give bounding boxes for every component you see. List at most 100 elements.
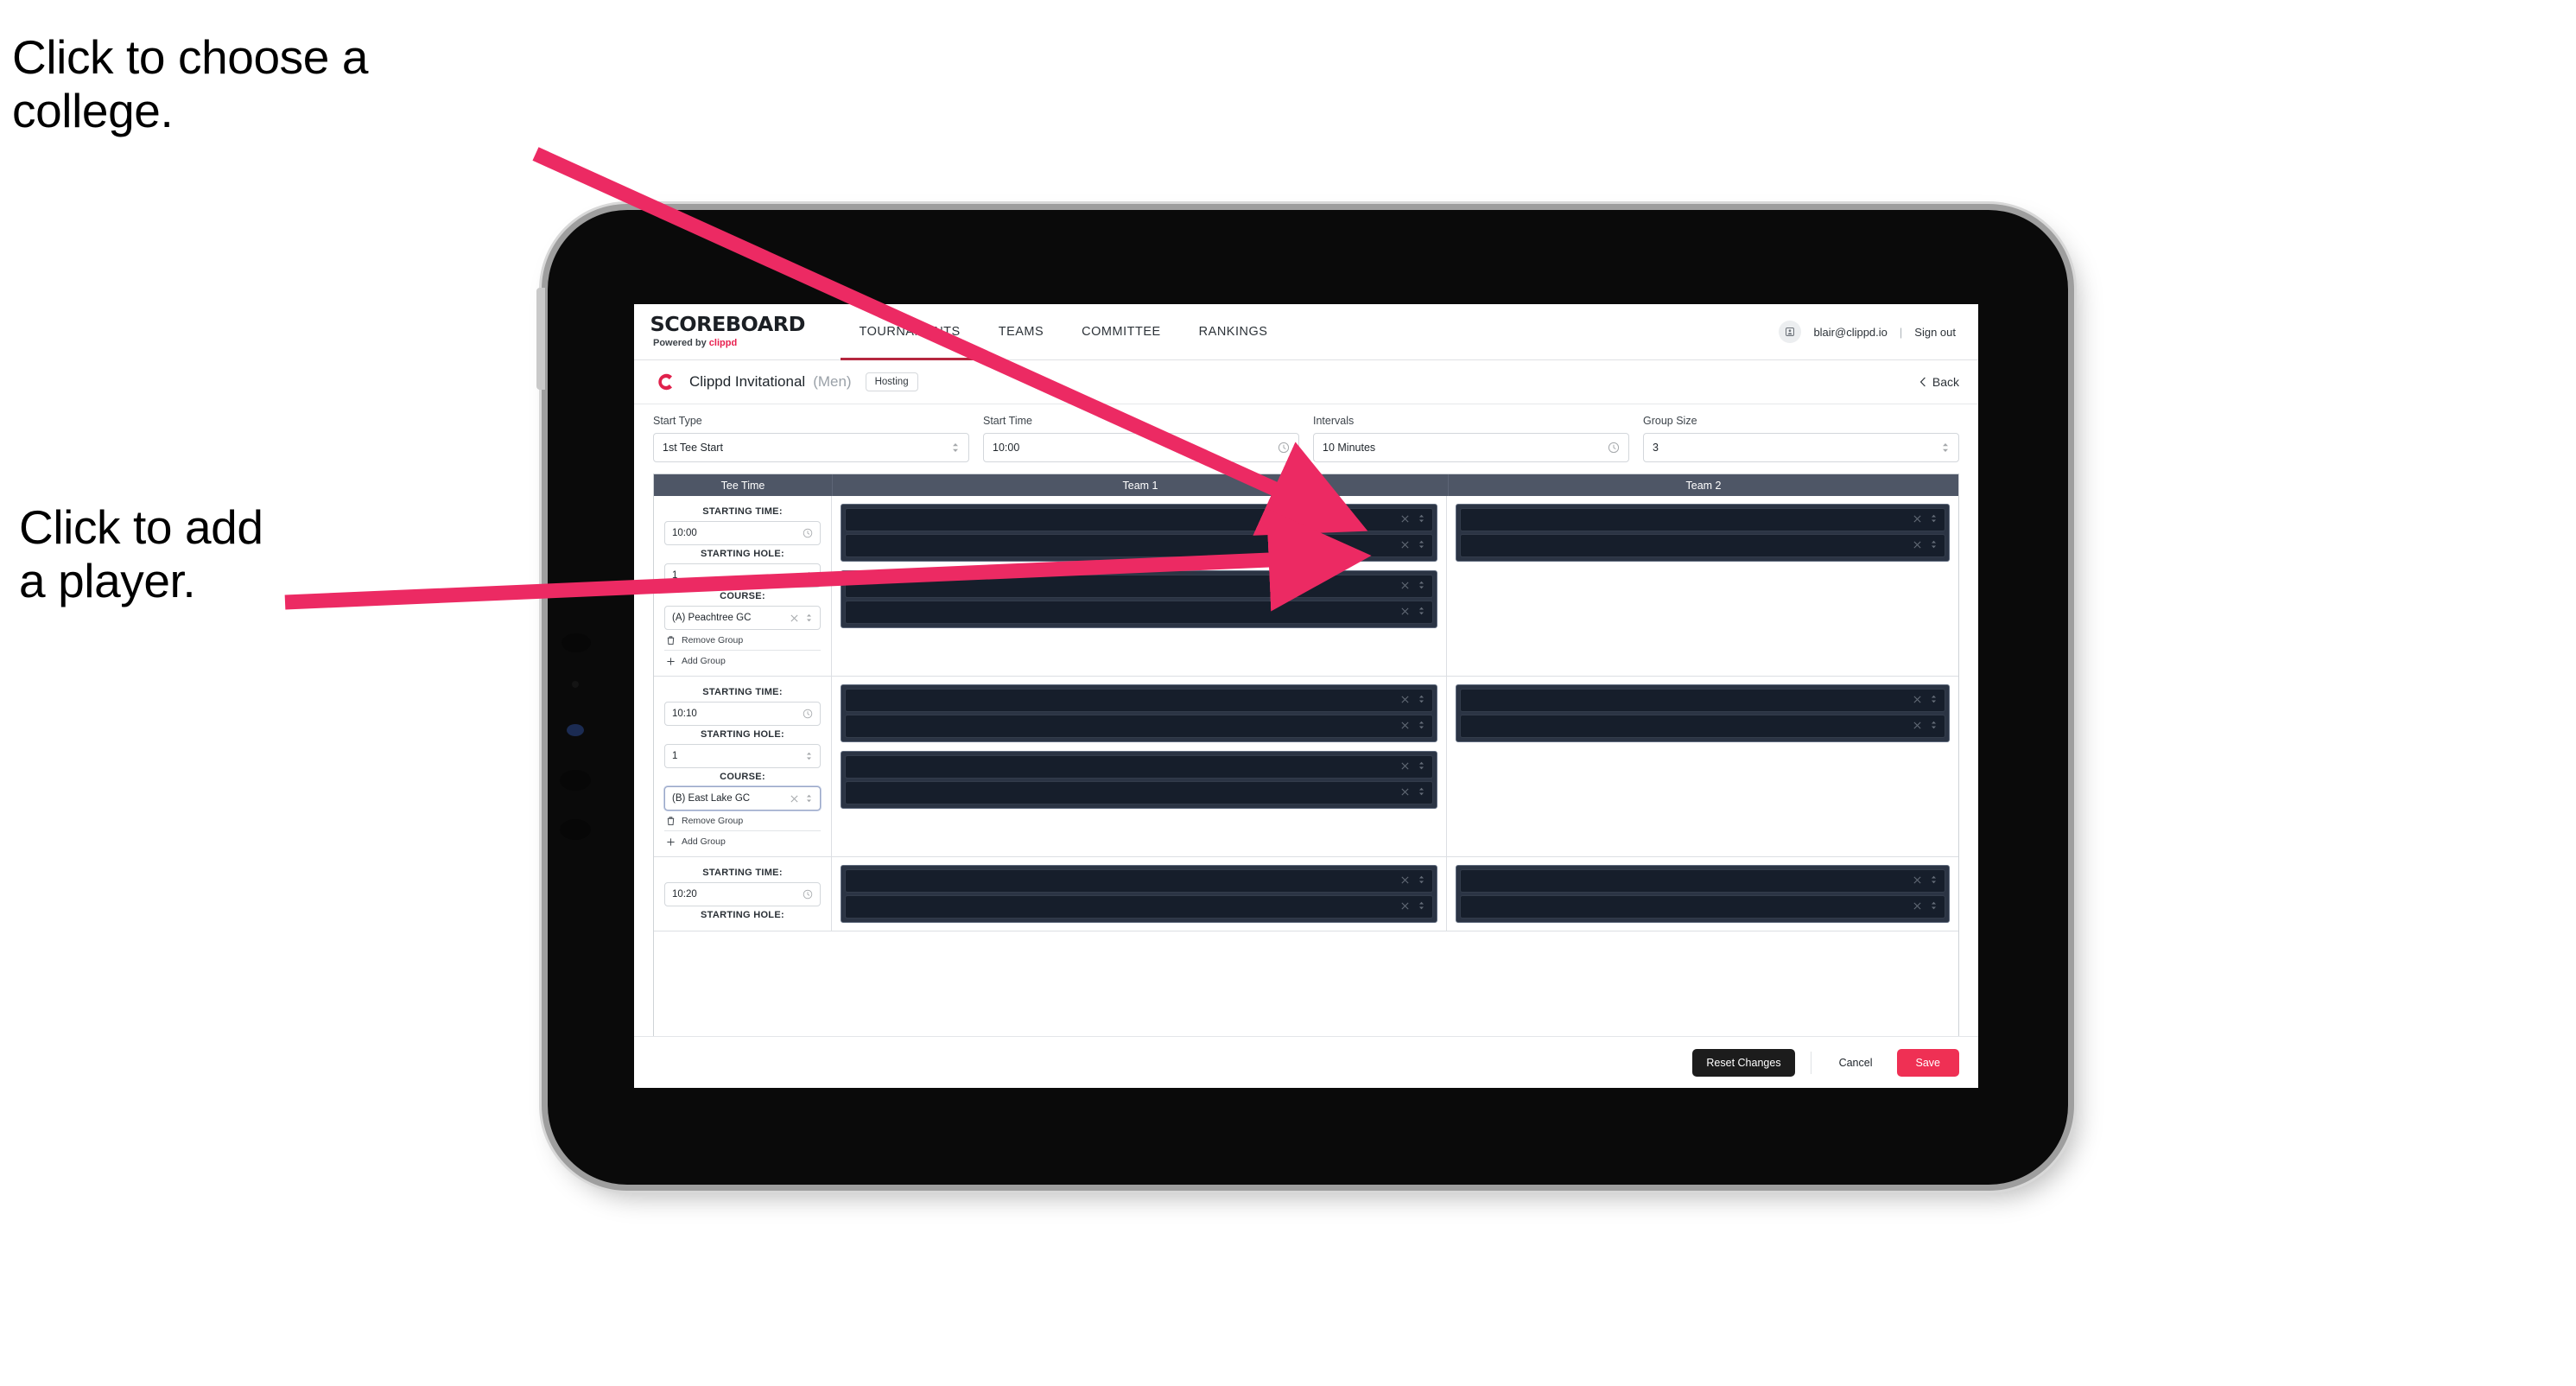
avatar[interactable] bbox=[1779, 321, 1802, 343]
stepper-icon[interactable] bbox=[1418, 760, 1425, 775]
clear-icon[interactable] bbox=[1400, 579, 1410, 594]
player-slot[interactable] bbox=[845, 869, 1433, 893]
stepper-icon[interactable] bbox=[1418, 605, 1425, 620]
column-header-tee-time: Tee Time bbox=[654, 474, 833, 496]
starting-time-input[interactable]: 10:10 bbox=[664, 702, 821, 726]
nav-tab-committee[interactable]: COMMITTEE bbox=[1063, 304, 1180, 359]
course-select[interactable]: (B) East Lake GC bbox=[664, 786, 821, 811]
stepper-icon[interactable] bbox=[951, 442, 960, 454]
clear-icon[interactable] bbox=[1400, 719, 1410, 734]
starting-hole-input[interactable]: 1 bbox=[664, 744, 821, 768]
player-group bbox=[841, 504, 1437, 562]
remove-group-link[interactable]: Remove Group bbox=[664, 630, 821, 651]
player-slot[interactable] bbox=[845, 895, 1433, 919]
clear-icon[interactable] bbox=[1913, 874, 1922, 889]
player-slot[interactable] bbox=[1460, 508, 1945, 531]
clear-icon[interactable] bbox=[1913, 719, 1922, 734]
clear-icon[interactable] bbox=[1400, 693, 1410, 709]
stepper-icon[interactable] bbox=[805, 751, 813, 761]
player-slot[interactable] bbox=[845, 508, 1433, 531]
clear-icon[interactable] bbox=[1913, 693, 1922, 709]
player-slot[interactable] bbox=[845, 575, 1433, 598]
tablet-speaker-icon bbox=[560, 819, 591, 840]
stepper-icon[interactable] bbox=[1941, 442, 1950, 454]
start-type-select[interactable]: 1st Tee Start bbox=[653, 433, 969, 462]
stepper-icon[interactable] bbox=[1418, 693, 1425, 709]
clock-icon[interactable] bbox=[1278, 442, 1290, 454]
stepper-icon[interactable] bbox=[805, 570, 813, 581]
group-size-stepper[interactable]: 3 bbox=[1643, 433, 1959, 462]
add-group-link[interactable]: Add Group bbox=[664, 651, 821, 671]
stepper-icon[interactable] bbox=[1930, 719, 1938, 734]
clear-icon[interactable] bbox=[1400, 760, 1410, 775]
clear-icon[interactable] bbox=[1400, 900, 1410, 915]
clear-icon[interactable] bbox=[1400, 874, 1410, 889]
clock-icon[interactable] bbox=[1608, 442, 1620, 454]
player-slot[interactable] bbox=[845, 781, 1433, 804]
player-actions bbox=[1400, 874, 1425, 889]
player-slot[interactable] bbox=[845, 534, 1433, 557]
clear-icon[interactable] bbox=[1913, 900, 1922, 915]
player-slot[interactable] bbox=[1460, 869, 1945, 893]
player-slot[interactable] bbox=[845, 715, 1433, 738]
back-button[interactable]: Back bbox=[1919, 375, 1959, 389]
clear-icon[interactable] bbox=[1400, 785, 1410, 801]
save-button[interactable]: Save bbox=[1896, 1048, 1959, 1077]
player-slot[interactable] bbox=[1460, 534, 1945, 557]
nav-tab-rankings[interactable]: RANKINGS bbox=[1180, 304, 1287, 359]
course-select[interactable]: (A) Peachtree GC bbox=[664, 606, 821, 630]
sign-out-link[interactable]: Sign out bbox=[1914, 326, 1956, 339]
starting-time-input[interactable]: 10:00 bbox=[664, 521, 821, 545]
stepper-icon[interactable] bbox=[805, 793, 813, 804]
label-starting-hole: STARTING HOLE: bbox=[701, 910, 784, 920]
stepper-icon[interactable] bbox=[1418, 579, 1425, 594]
nav-tab-teams[interactable]: TEAMS bbox=[980, 304, 1063, 359]
clock-icon[interactable] bbox=[803, 528, 813, 538]
player-slot[interactable] bbox=[845, 689, 1433, 712]
intervals-input[interactable]: 10 Minutes bbox=[1313, 433, 1629, 462]
stepper-icon[interactable] bbox=[1418, 719, 1425, 734]
clear-icon[interactable] bbox=[790, 614, 799, 623]
player-actions bbox=[1400, 693, 1425, 709]
start-type-value: 1st Tee Start bbox=[663, 442, 723, 454]
clock-icon[interactable] bbox=[803, 889, 813, 900]
user-email: blair@clippd.io bbox=[1813, 325, 1888, 339]
player-slot[interactable] bbox=[845, 755, 1433, 779]
player-slot[interactable] bbox=[1460, 689, 1945, 712]
scoreboard-logo[interactable]: SCOREBOARD Powered by clippd bbox=[634, 315, 815, 348]
stepper-icon[interactable] bbox=[1418, 900, 1425, 915]
stepper-icon[interactable] bbox=[805, 613, 813, 623]
team-2-cell bbox=[1447, 857, 1958, 931]
stepper-icon[interactable] bbox=[1418, 512, 1425, 528]
nav-tab-tournaments[interactable]: TOURNAMENTS bbox=[840, 304, 980, 360]
stepper-icon[interactable] bbox=[1418, 538, 1425, 554]
player-name-redacted bbox=[1469, 535, 1913, 556]
player-slot[interactable] bbox=[1460, 715, 1945, 738]
stepper-icon[interactable] bbox=[1930, 538, 1938, 554]
clear-icon[interactable] bbox=[1400, 605, 1410, 620]
stepper-icon[interactable] bbox=[1930, 900, 1938, 915]
stepper-icon[interactable] bbox=[1930, 874, 1938, 889]
clear-icon[interactable] bbox=[1400, 512, 1410, 528]
clock-icon[interactable] bbox=[803, 709, 813, 719]
clear-icon[interactable] bbox=[1400, 538, 1410, 554]
stepper-icon[interactable] bbox=[1418, 874, 1425, 889]
cancel-button[interactable]: Cancel bbox=[1827, 1049, 1885, 1077]
starting-hole-value: 1 bbox=[672, 751, 678, 761]
stepper-icon[interactable] bbox=[1930, 512, 1938, 528]
add-group-link[interactable]: Add Group bbox=[664, 831, 821, 851]
stepper-icon[interactable] bbox=[1418, 785, 1425, 801]
field-start-type: Start Type 1st Tee Start bbox=[653, 415, 969, 462]
stepper-icon[interactable] bbox=[1930, 693, 1938, 709]
clear-icon[interactable] bbox=[1913, 512, 1922, 528]
starting-time-input[interactable]: 10:20 bbox=[664, 882, 821, 906]
reset-changes-button[interactable]: Reset Changes bbox=[1692, 1048, 1795, 1077]
starting-hole-input[interactable]: 1 bbox=[664, 563, 821, 588]
player-slot[interactable] bbox=[1460, 895, 1945, 919]
remove-group-link[interactable]: Remove Group bbox=[664, 811, 821, 831]
player-slot[interactable] bbox=[845, 601, 1433, 624]
clear-icon[interactable] bbox=[1913, 538, 1922, 554]
start-time-input[interactable]: 10:00 bbox=[983, 433, 1299, 462]
clear-icon[interactable] bbox=[790, 794, 799, 804]
tee-times-table: Tee Time Team 1 Team 2 STARTING TIME: 10… bbox=[653, 474, 1959, 1059]
